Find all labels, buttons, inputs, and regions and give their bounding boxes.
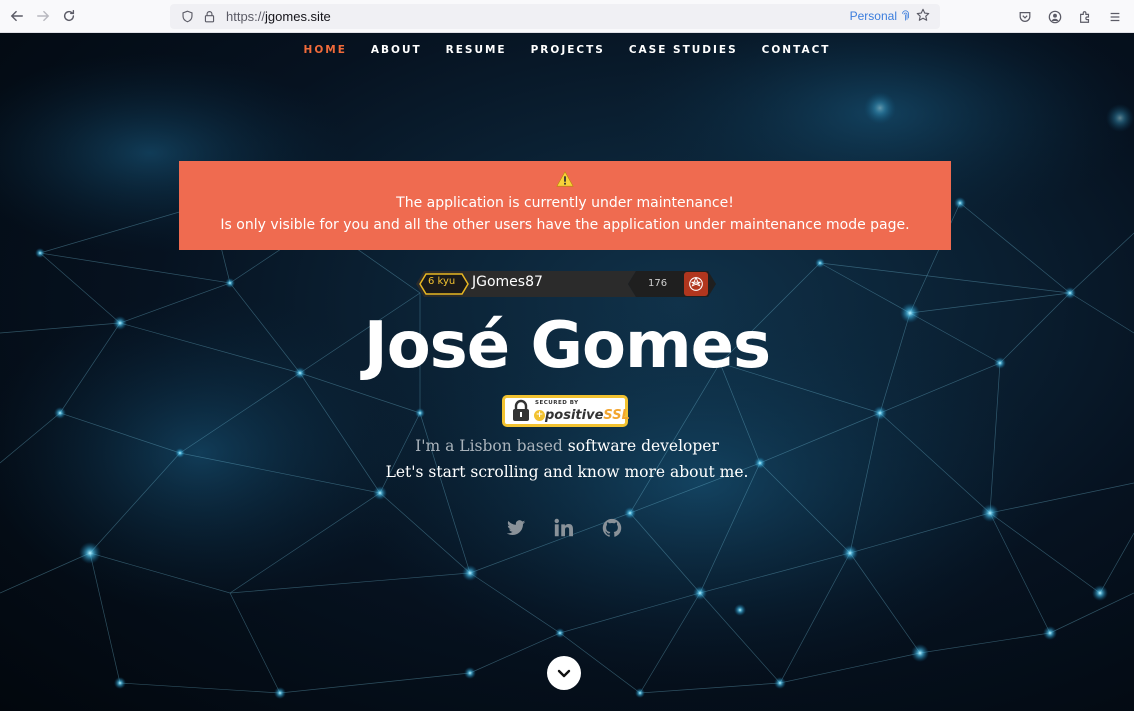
main-nav: HOME ABOUT RESUME PROJECTS CASE STUDIES … [0, 44, 1134, 56]
hero-tagline: I'm a Lisbon based software developer Le… [0, 433, 1134, 485]
warning-icon [179, 170, 951, 192]
browser-toolbar: https://jgomes.site Personal [0, 0, 1134, 33]
reload-icon [63, 10, 75, 22]
extensions-button[interactable] [1072, 4, 1098, 30]
nav-about[interactable]: ABOUT [371, 44, 422, 56]
account-icon [1048, 10, 1062, 24]
alert-line-1: The application is currently under maint… [396, 195, 734, 211]
twitter-icon[interactable] [505, 517, 527, 539]
scroll-down-button[interactable] [547, 656, 581, 690]
container-label[interactable]: Personal [850, 9, 910, 23]
ssl-secured-by: SECURED BY [535, 400, 579, 406]
positive-ssl-badge[interactable]: SECURED BY + positiveSSL [502, 395, 630, 427]
url-protocol: https:// [226, 9, 266, 24]
social-links [505, 517, 623, 539]
container-label-text: Personal [849, 9, 897, 23]
linkedin-icon[interactable] [553, 517, 575, 539]
codewars-honor: 176 [648, 278, 668, 289]
back-icon [10, 10, 23, 22]
nav-projects[interactable]: PROJECTS [531, 44, 605, 56]
account-button[interactable] [1042, 4, 1068, 30]
ssl-brand: positiveSSL [545, 408, 630, 423]
codewars-badge-background [416, 271, 716, 297]
pocket-icon [1019, 12, 1031, 22]
nav-resume[interactable]: RESUME [446, 44, 507, 56]
padlock-icon [513, 399, 529, 421]
hero-name: José Gomes [363, 309, 771, 383]
maintenance-alert: The application is currently under maint… [179, 161, 951, 250]
forward-icon [37, 10, 50, 22]
toolbar-right [1012, 4, 1128, 30]
alert-line-2: Is only visible for you and all the othe… [220, 217, 910, 233]
chevron-down-icon [557, 669, 571, 678]
codewars-badge[interactable]: 6 kyu JGomes87 176 [416, 269, 716, 299]
address-bar[interactable]: https://jgomes.site Personal [170, 4, 940, 29]
fingerprint-icon [902, 10, 909, 21]
ssl-brand-prefix: positive [545, 408, 604, 423]
menu-icon [1110, 12, 1120, 22]
nav-case-studies[interactable]: CASE STUDIES [629, 44, 738, 56]
reload-button[interactable] [56, 3, 82, 29]
back-button[interactable] [4, 3, 30, 29]
tagline-muted: I'm a Lisbon based [415, 437, 563, 455]
pocket-button[interactable] [1012, 4, 1038, 30]
lock-icon[interactable] [200, 8, 218, 26]
github-icon[interactable] [601, 517, 623, 539]
ssl-plus-icon: + [534, 410, 545, 421]
codewars-username: JGomes87 [472, 274, 543, 290]
codewars-logo-icon [684, 272, 708, 296]
menu-button[interactable] [1102, 4, 1128, 30]
star-icon [916, 8, 930, 21]
bookmark-star-button[interactable] [916, 7, 934, 25]
tagline-line-2: Let's start scrolling and know more abou… [385, 463, 749, 481]
url-host: jgomes.site [265, 9, 331, 24]
forward-button[interactable] [30, 3, 56, 29]
tagline-role: software developer [567, 437, 719, 455]
shield-icon[interactable] [178, 8, 196, 26]
hero-section: HOME ABOUT RESUME PROJECTS CASE STUDIES … [0, 33, 1134, 711]
codewars-rank: 6 kyu [428, 276, 456, 287]
url-text: https://jgomes.site [226, 9, 331, 24]
nav-home[interactable]: HOME [304, 44, 347, 56]
ssl-brand-suffix: SSL [603, 408, 630, 423]
nav-contact[interactable]: CONTACT [762, 44, 831, 56]
extensions-icon [1080, 11, 1090, 23]
